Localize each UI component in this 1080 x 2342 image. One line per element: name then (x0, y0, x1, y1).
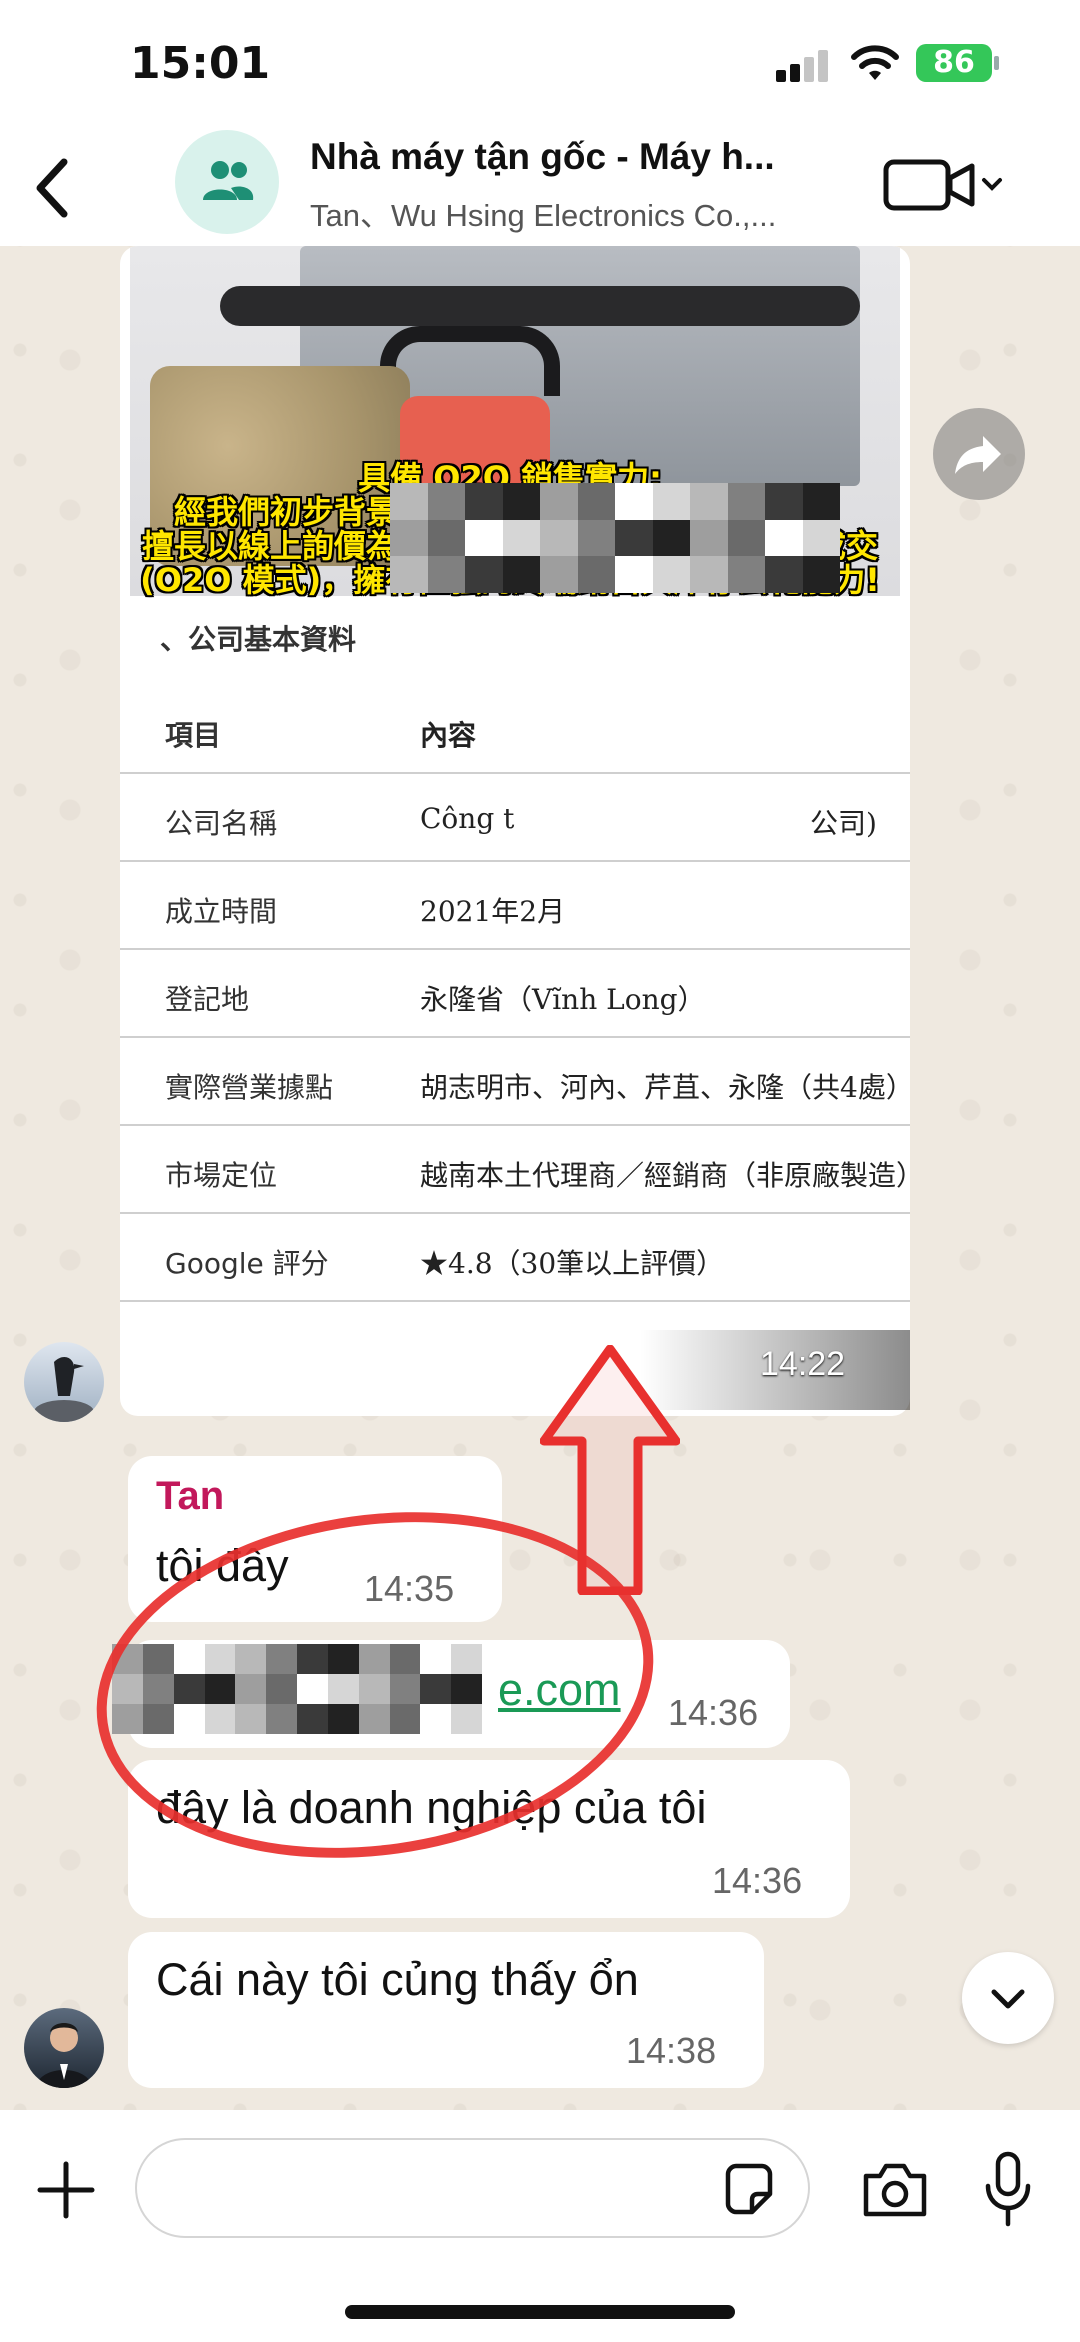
row-key: Google 評分 (165, 1247, 329, 1280)
mosaic-tile (502, 483, 540, 520)
message-time: 14:36 (712, 1860, 803, 1901)
mosaic-tile (690, 556, 728, 593)
mosaic-tile (577, 556, 615, 593)
camera-icon[interactable] (860, 2158, 930, 2222)
row-value: 越南本土代理商／經銷商（非原廠製造） (420, 1159, 910, 1192)
mosaic-tile (390, 519, 428, 557)
message-time: 14:22 (760, 1345, 846, 1383)
home-indicator (345, 2305, 735, 2319)
row-key: 公司名稱 (165, 807, 278, 840)
image-message[interactable]: 具備 O2O 銷售實力: 經我們初步背景調查，該客戶專營高單價機台， 擅長以線上… (120, 246, 910, 1416)
wifi-icon (851, 45, 899, 80)
row-key: 市場定位 (165, 1159, 278, 1192)
mosaic-tile (765, 483, 803, 520)
mosaic-tile (727, 483, 765, 520)
table-row: 登記地 永隆省（Vĩnh Long） (120, 950, 910, 1038)
table-row: 市場定位 越南本土代理商／經銷商（非原廠製造） (120, 1126, 910, 1214)
mosaic-tile (652, 483, 690, 520)
status-time: 15:01 (130, 38, 271, 89)
chat-title[interactable]: Nhà máy tận gốc - Máy h... (310, 136, 850, 178)
sender-avatar[interactable] (24, 2008, 104, 2088)
battery-tip (994, 56, 999, 70)
mosaic-tile (615, 556, 653, 593)
row-key: 登記地 (165, 983, 250, 1016)
plus-icon[interactable] (34, 2158, 98, 2222)
bird-avatar-image (34, 1357, 94, 1422)
mosaic-tile (802, 483, 840, 520)
row-value: 永隆省（Vĩnh Long） (420, 983, 706, 1016)
table-header-row: 項目 內容 (120, 686, 910, 774)
mosaic-tile (690, 483, 728, 520)
mosaic-tile (540, 483, 578, 520)
row-key: 成立時間 (165, 895, 278, 928)
table-row: 公司名稱 Công t 公司) (120, 774, 910, 862)
battery-icon: 86 (916, 44, 992, 82)
man-avatar-image (36, 2023, 92, 2088)
mosaic-tile (427, 556, 465, 593)
row-value: 胡志明市、河內、芹苴、永隆（共4處） (420, 1071, 910, 1104)
mosaic-tile (540, 519, 578, 557)
chat-header: Nhà máy tận gốc - Máy h... Tan、Wu Hsing … (0, 130, 1080, 246)
row-key: 實際營業據點 (165, 1071, 334, 1104)
back-icon[interactable] (20, 148, 90, 228)
mosaic-tile (802, 556, 840, 593)
message-time: 14:36 (668, 1692, 759, 1733)
row-value: 2021年2月 (420, 895, 566, 928)
mosaic-tile (765, 556, 803, 593)
mosaic-tile (727, 519, 765, 557)
sealer-bar (220, 286, 860, 326)
mosaic-tile (615, 519, 653, 557)
group-avatar[interactable] (175, 130, 279, 234)
forward-icon (955, 436, 1001, 474)
mosaic-tile (577, 519, 615, 557)
table-row: 實際營業據點 胡志明市、河內、芹苴、永隆（共4處） (120, 1038, 910, 1126)
mosaic-tile (502, 556, 540, 593)
forward-button[interactable] (933, 408, 1025, 500)
mosaic-tile (465, 519, 503, 557)
status-bar: 15:01 86 (0, 0, 1080, 130)
mosaic-tile (390, 483, 428, 520)
sticker-icon[interactable] (718, 2160, 778, 2220)
mosaic-tile (465, 483, 503, 520)
sender-avatar[interactable] (24, 1342, 104, 1422)
mosaic-tile (765, 519, 803, 557)
mic-icon[interactable] (978, 2150, 1038, 2230)
mosaic-tile (427, 483, 465, 520)
group-icon (203, 161, 254, 200)
mosaic-tile (727, 556, 765, 593)
table-row: 成立時間 2021年2月 (120, 862, 910, 950)
table-header-key: 項目 (165, 719, 222, 752)
annotation-arrow-icon (540, 1345, 680, 1595)
signal-icon (776, 50, 832, 82)
redaction-mosaic (390, 483, 840, 593)
table-row: Google 評分 ★4.8（30筆以上評價） (120, 1214, 910, 1302)
mosaic-tile (652, 519, 690, 557)
mosaic-tile (390, 556, 428, 593)
mosaic-tile (502, 519, 540, 557)
section-title: 、公司基本資料 (160, 624, 357, 655)
sender-name[interactable]: Tan (156, 1474, 224, 1519)
mosaic-tile (690, 519, 728, 557)
row-value: Công t (420, 802, 515, 835)
mosaic-tile (652, 556, 690, 593)
message-text: Cái này tôi củng thấy ổn (156, 1954, 639, 2005)
message-input-bar (0, 2110, 1080, 2342)
chat-subtitle[interactable]: Tan、Wu Hsing Electronics Co.,... (310, 190, 850, 235)
scroll-down-button[interactable] (962, 1952, 1054, 2044)
mosaic-tile (465, 556, 503, 593)
scroll-down-icon (991, 1989, 1025, 2009)
mosaic-tile (427, 519, 465, 557)
mosaic-tile (540, 556, 578, 593)
mosaic-tile (802, 519, 840, 557)
message-time: 14:38 (626, 2030, 717, 2071)
mosaic-tile (577, 483, 615, 520)
video-call-icon[interactable] (880, 150, 1010, 220)
row-value: ★4.8（30筆以上評價） (420, 1247, 725, 1280)
row-value-tail: 公司) (810, 807, 877, 840)
mosaic-tile (615, 483, 653, 520)
message-bubble[interactable]: Cái này tôi củng thấy ổn 14:38 (128, 1932, 764, 2088)
table-header-value: 內容 (420, 719, 477, 752)
message-input[interactable] (135, 2138, 810, 2238)
